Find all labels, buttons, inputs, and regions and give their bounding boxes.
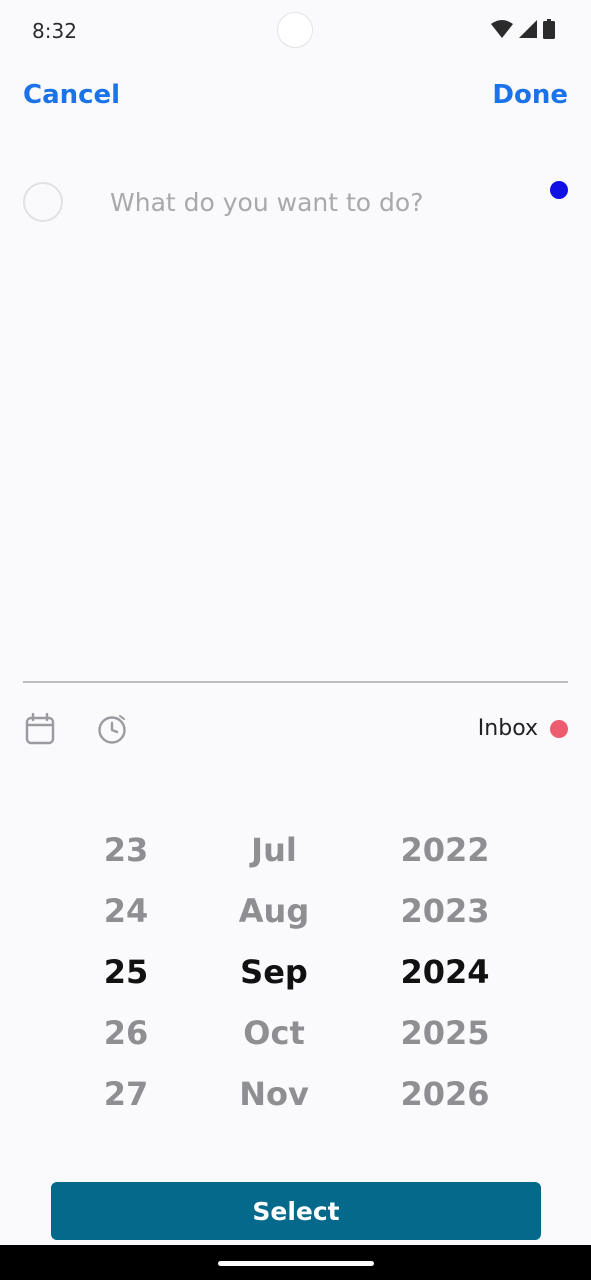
date-picker: 23 24 25 26 27 Jul Aug Sep Oct Nov 2022 …	[0, 820, 591, 1120]
month-option[interactable]: Oct	[243, 1003, 304, 1064]
status-icons	[491, 19, 555, 39]
task-complete-checkbox[interactable]	[23, 182, 63, 222]
day-option-selected[interactable]: 25	[104, 942, 149, 1003]
select-button[interactable]: Select	[51, 1182, 541, 1240]
month-option[interactable]: Jul	[251, 820, 297, 881]
year-option[interactable]: 2022	[400, 820, 489, 881]
done-button[interactable]: Done	[492, 80, 568, 110]
month-wheel[interactable]: Jul Aug Sep Oct Nov	[214, 820, 334, 1120]
month-option[interactable]: Nov	[239, 1064, 309, 1125]
year-option[interactable]: 2025	[400, 1003, 489, 1064]
year-option-selected[interactable]: 2024	[400, 942, 489, 1003]
front-camera	[277, 12, 313, 48]
day-option[interactable]: 24	[104, 881, 149, 942]
divider	[23, 681, 568, 683]
wifi-icon	[491, 20, 513, 38]
day-option[interactable]: 23	[104, 820, 149, 881]
task-title-input[interactable]	[110, 182, 530, 222]
navigation-bar	[0, 1245, 591, 1280]
signal-icon	[519, 20, 537, 38]
clock-icon[interactable]	[96, 712, 128, 746]
project-label: Inbox	[477, 716, 538, 741]
day-wheel[interactable]: 23 24 25 26 27	[76, 820, 176, 1120]
cancel-button[interactable]: Cancel	[23, 80, 120, 110]
status-bar: 8:32	[0, 0, 591, 60]
priority-color-dot[interactable]	[550, 181, 568, 199]
day-option[interactable]: 26	[104, 1003, 149, 1064]
month-option-selected[interactable]: Sep	[240, 942, 308, 1003]
year-option[interactable]: 2023	[400, 881, 489, 942]
home-indicator[interactable]	[218, 1261, 374, 1266]
battery-icon	[543, 19, 555, 39]
month-option[interactable]: Aug	[239, 881, 309, 942]
add-task-screen: 8:32 Cancel Done What do you want to do?…	[0, 0, 591, 1280]
calendar-icon[interactable]	[24, 712, 56, 746]
status-time: 8:32	[32, 19, 77, 43]
day-option[interactable]: 27	[104, 1064, 149, 1125]
project-color-dot	[550, 719, 568, 738]
year-wheel[interactable]: 2022 2023 2024 2025 2026	[380, 820, 510, 1120]
year-option[interactable]: 2026	[400, 1064, 489, 1125]
project-selector[interactable]: Inbox	[478, 716, 568, 741]
